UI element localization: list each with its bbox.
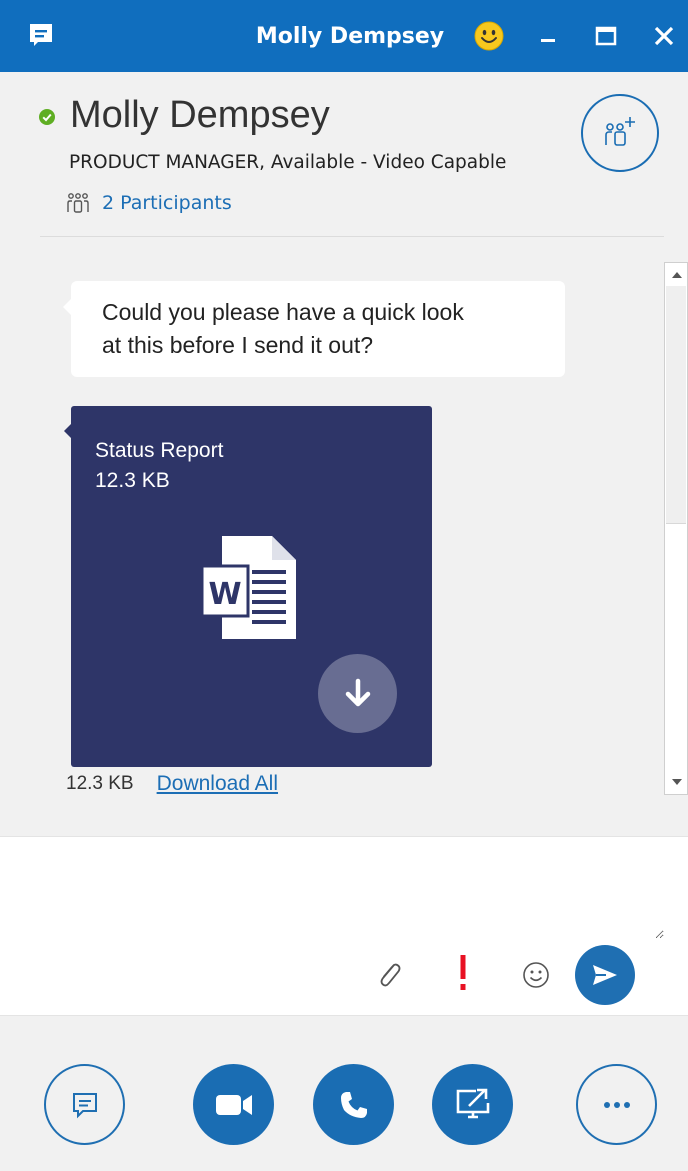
add-person-icon: [605, 117, 635, 146]
paperclip-icon: [380, 963, 401, 987]
scroll-up-button[interactable]: [668, 266, 686, 284]
word-document-icon: W: [202, 536, 296, 639]
ellipsis-icon: [603, 1101, 630, 1108]
minimize-button[interactable]: [530, 18, 566, 54]
contact-status: PRODUCT MANAGER, Available - Video Capab…: [69, 152, 507, 173]
svg-text:W: W: [208, 577, 241, 612]
add-people-button[interactable]: [581, 94, 659, 172]
contact-name: Molly Dempsey: [70, 94, 330, 136]
video-call-button[interactable]: [193, 1064, 274, 1145]
exclamation-icon: [460, 955, 466, 990]
im-button[interactable]: [44, 1064, 125, 1145]
header-divider: [40, 236, 664, 237]
caret-up-icon: [672, 272, 682, 278]
video-camera-icon: [215, 1094, 252, 1115]
send-button[interactable]: [575, 945, 635, 1005]
download-button[interactable]: [318, 654, 397, 733]
presence-available-icon: [39, 109, 55, 125]
file-attachment-card[interactable]: Status Report 12.3 KB W: [64, 406, 432, 767]
close-icon: [654, 26, 674, 46]
chat-icon: [72, 1092, 97, 1118]
action-bar: [0, 1017, 688, 1171]
smiley-icon: [523, 962, 549, 988]
compose-area: [0, 836, 688, 1016]
download-arrow-icon: [345, 678, 370, 706]
message-input[interactable]: [24, 849, 664, 939]
maximize-icon: [595, 26, 617, 46]
title-bar: Molly Dempsey: [0, 0, 688, 72]
attachment-file-name: Status Report: [95, 439, 224, 462]
conversation-scrollbar[interactable]: [664, 262, 688, 795]
download-all-link[interactable]: Download All: [157, 772, 278, 796]
share-screen-button[interactable]: [432, 1064, 513, 1145]
contact-header: Molly Dempsey PRODUCT MANAGER, Available…: [0, 72, 688, 242]
attach-file-button[interactable]: [372, 957, 406, 991]
scroll-down-button[interactable]: [668, 773, 686, 791]
send-icon: [593, 965, 617, 985]
total-file-size: 12.3 KB: [66, 773, 134, 794]
screen-share-icon: [456, 1088, 489, 1118]
emoticon-picker-button[interactable]: [518, 957, 554, 993]
more-options-button[interactable]: [576, 1064, 657, 1145]
caret-down-icon: [672, 779, 682, 785]
window-title: Molly Dempsey: [255, 24, 445, 49]
participants-link[interactable]: 2 Participants: [66, 192, 232, 214]
smiley-emoticon-icon[interactable]: [474, 21, 504, 51]
message-text-line-1: Could you please have a quick look: [102, 299, 464, 325]
high-importance-button[interactable]: [448, 953, 478, 993]
message-bubble: Could you please have a quick look at th…: [63, 281, 565, 377]
scrollbar-thumb[interactable]: [666, 286, 686, 524]
maximize-button[interactable]: [588, 18, 624, 54]
files-footer: 12.3 KB Download All: [66, 772, 278, 796]
participants-icon: [67, 193, 89, 213]
participants-count: 2 Participants: [102, 192, 232, 214]
minimize-icon: [541, 39, 555, 42]
audio-call-button[interactable]: [313, 1064, 394, 1145]
attachment-file-size: 12.3 KB: [95, 469, 170, 492]
message-text-line-2: at this before I send it out?: [102, 332, 374, 358]
close-button[interactable]: [646, 18, 682, 54]
phone-icon: [340, 1091, 367, 1118]
